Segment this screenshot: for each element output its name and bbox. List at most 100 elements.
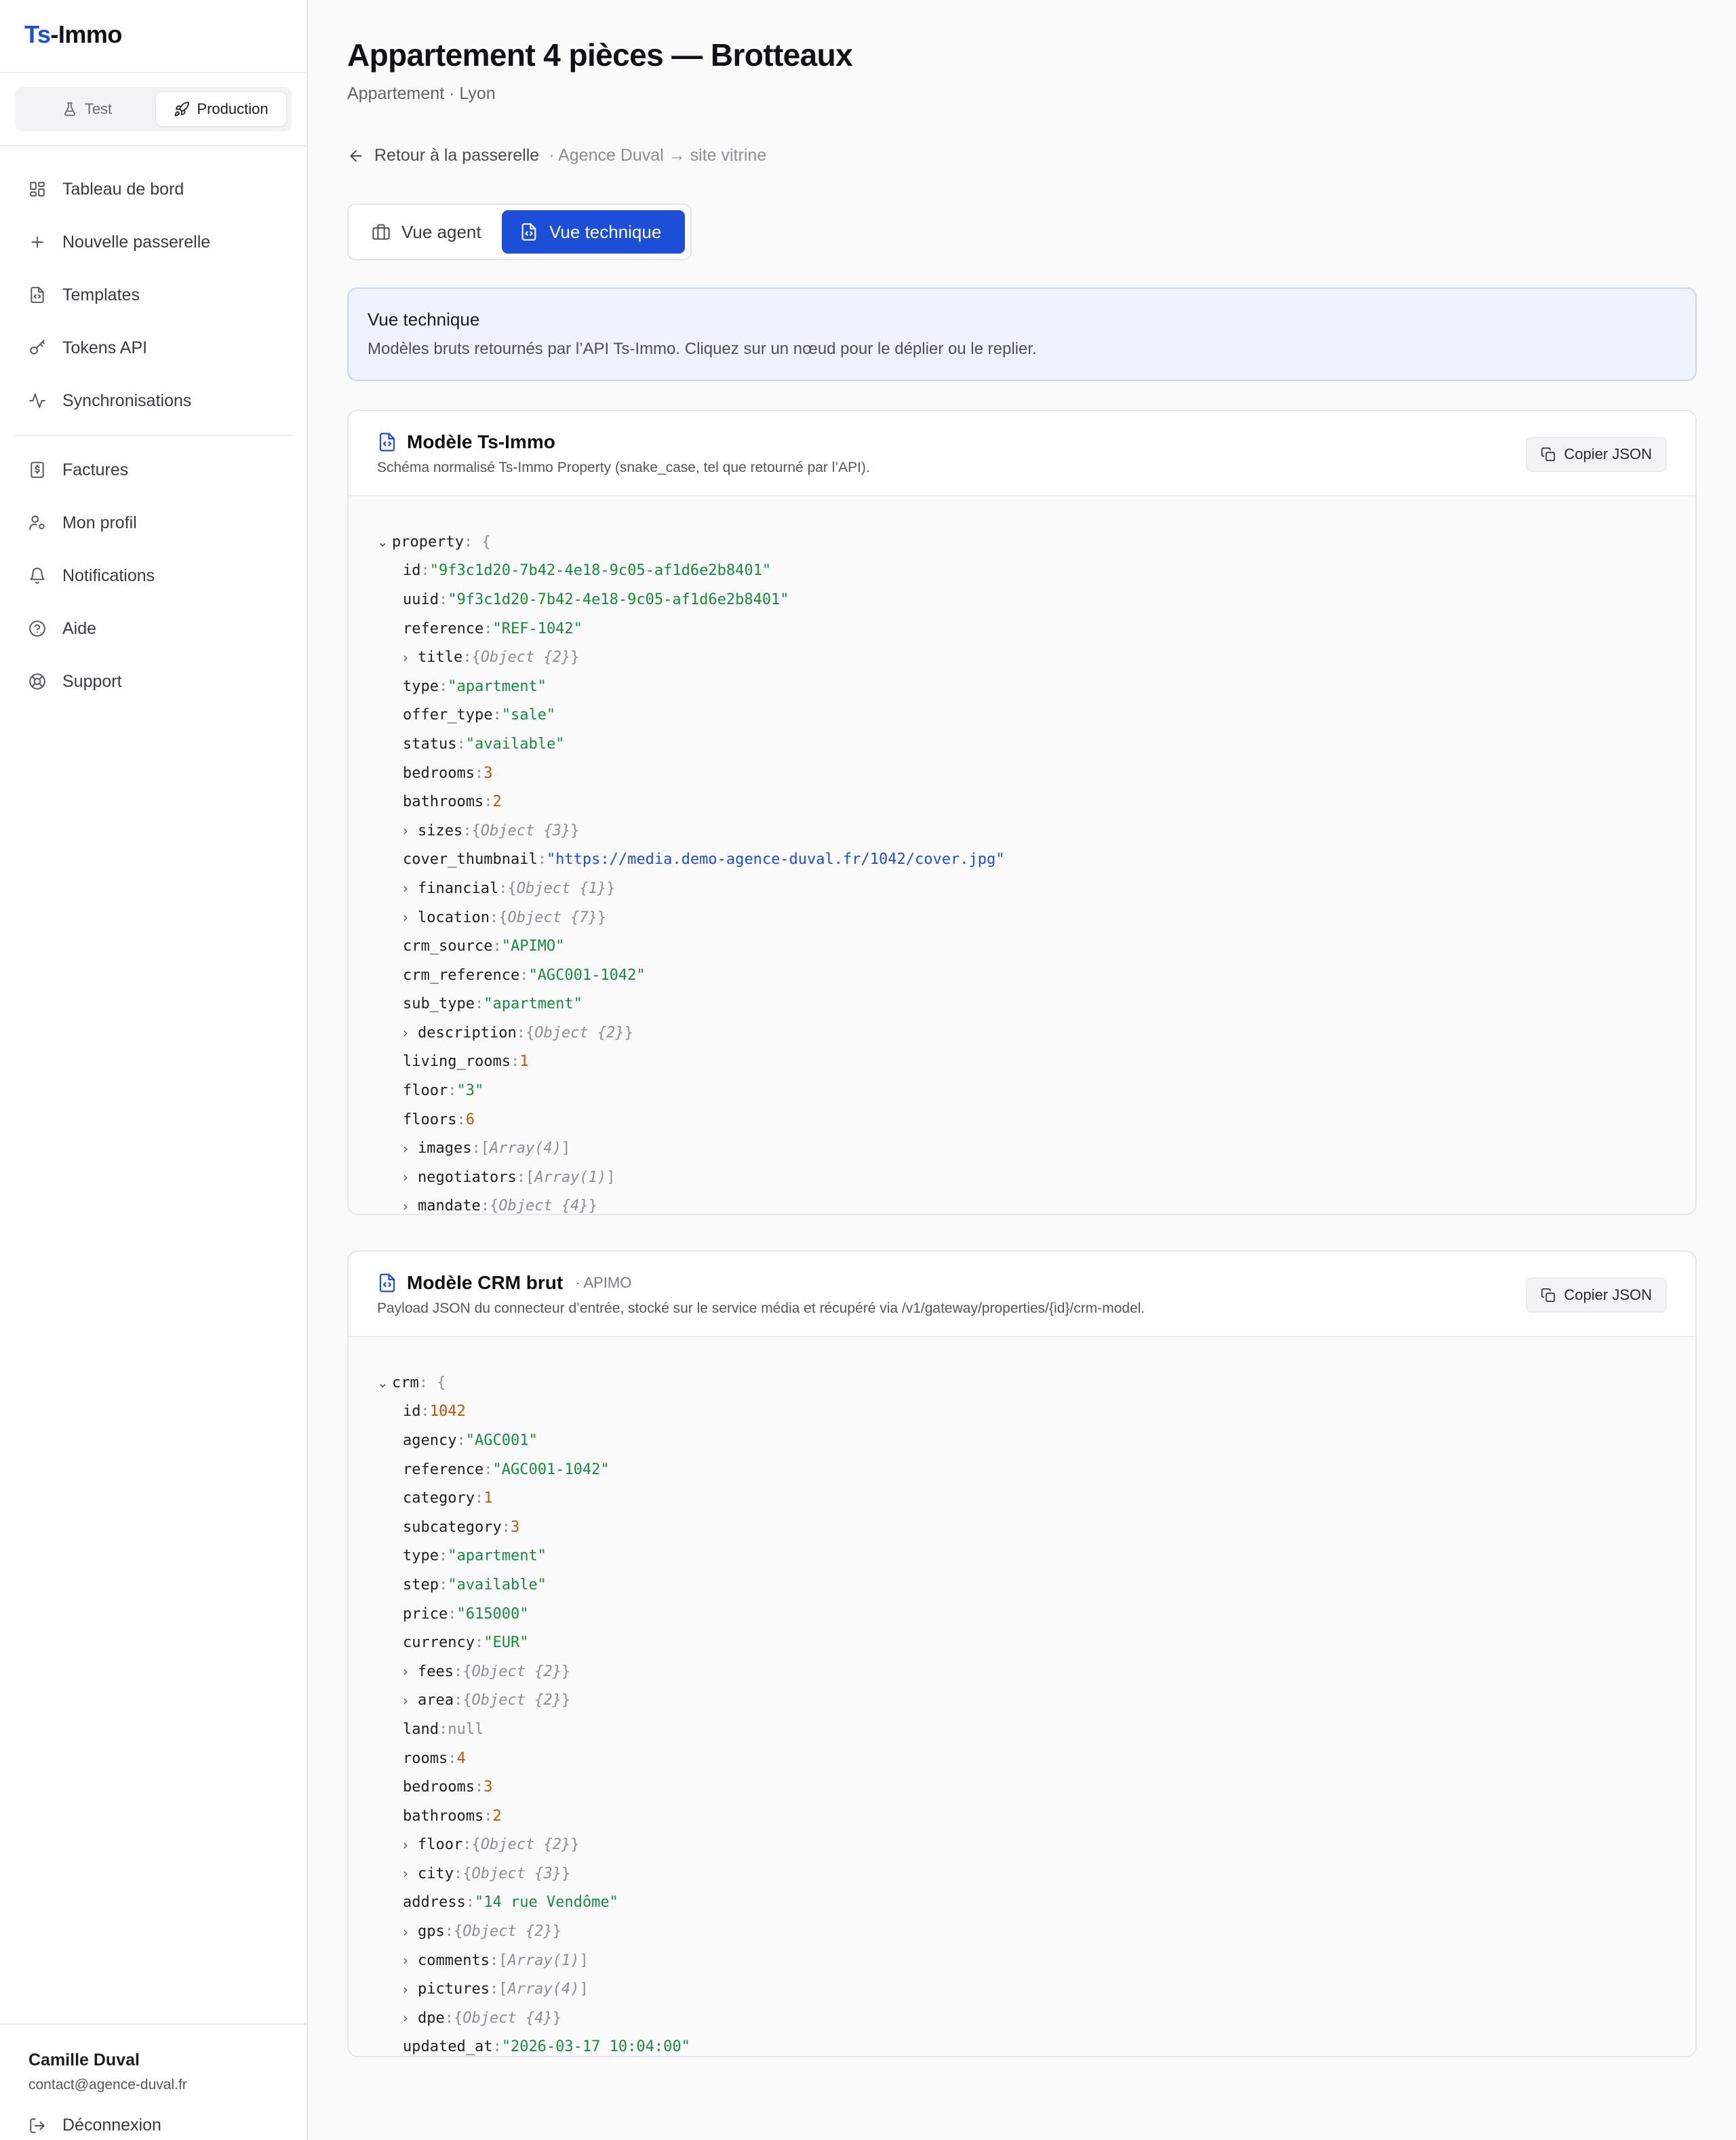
- breadcrumb: Retour à la passerelle · Agence Duval → …: [347, 146, 766, 165]
- env-test-label: Test: [84, 100, 113, 117]
- json-row: bedrooms: 3: [349, 759, 1695, 788]
- copy-json-button[interactable]: Copier JSON: [1526, 437, 1667, 472]
- json-value: 1042: [429, 1403, 466, 1421]
- json-punct: ]: [579, 1951, 589, 1969]
- sidebar-item-synchronisations[interactable]: Synchronisations: [15, 374, 292, 427]
- tab-agent-label: Vue agent: [401, 221, 481, 242]
- sidebar-item-invoices[interactable]: Factures: [15, 443, 292, 496]
- json-punct: }: [552, 1923, 561, 1941]
- info-text: Modèles bruts retournés par l’API Ts-Imm…: [368, 340, 1037, 358]
- json-collapsed-node[interactable]: › pictures: [ Array(4) ]: [349, 1975, 1695, 2004]
- json-row: sub_type: "apartment": [349, 990, 1695, 1019]
- json-punct: :: [420, 562, 430, 580]
- file-code-icon: [521, 223, 536, 241]
- json-punct: :: [465, 1894, 475, 1911]
- sidebar-item-notifications[interactable]: Notifications: [15, 549, 292, 602]
- environment-toggle: Test Production: [15, 87, 292, 132]
- sidebar-item-dashboard[interactable]: Tableau de bord: [15, 163, 292, 216]
- json-key: currency: [403, 1634, 475, 1652]
- json-key: floor: [418, 1836, 463, 1854]
- chevron-right-icon: ›: [403, 1952, 408, 1969]
- json-row: currency: "EUR": [349, 1628, 1695, 1657]
- json-key: sub_type: [403, 995, 475, 1013]
- json-punct: :: [516, 1024, 526, 1042]
- logout-button[interactable]: Déconnexion: [28, 2116, 161, 2135]
- json-key: reference: [403, 620, 484, 637]
- sidebar-item-api-tokens[interactable]: Tokens API: [15, 321, 292, 374]
- json-value: 1: [484, 1490, 493, 1507]
- user-cog-icon: [29, 515, 45, 530]
- json-punct: :: [484, 1461, 493, 1478]
- json-collapsed-node[interactable]: › title: { Object {2} }: [349, 643, 1695, 672]
- json-row: crm_reference: "AGC001-1042": [349, 961, 1695, 990]
- json-root-node[interactable]: ⌄ crm: {: [349, 1368, 1695, 1398]
- chevron-right-icon: ›: [403, 1865, 408, 1882]
- file-code-icon: [379, 1273, 395, 1292]
- json-key: images: [418, 1140, 472, 1157]
- json-punct: :: [448, 1082, 457, 1100]
- json-value: "apartment": [448, 677, 547, 695]
- brand-logo[interactable]: Ts-Immo: [24, 20, 122, 49]
- json-row: living_rooms: 1: [349, 1048, 1695, 1077]
- json-collapsed-summary: Object {2}: [462, 1923, 553, 1941]
- json-punct: }: [561, 1692, 571, 1709]
- json-punct: :: [438, 1576, 448, 1593]
- json-punct: :: [501, 1518, 511, 1536]
- sidebar-item-support[interactable]: Support: [15, 655, 292, 708]
- json-collapsed-node[interactable]: › sizes: { Object {3} }: [349, 816, 1695, 846]
- json-punct: [: [480, 1140, 490, 1157]
- json-punct: :: [474, 1779, 484, 1796]
- json-collapsed-node[interactable]: › floor: { Object {2} }: [349, 1831, 1695, 1860]
- card-description: Payload JSON du connecteur d’entrée, sto…: [377, 1301, 1145, 1316]
- json-punct: [: [498, 1951, 508, 1969]
- json-collapsed-node[interactable]: › comments: [ Array(1) ]: [349, 1946, 1695, 1975]
- json-row: price: "615000": [349, 1600, 1695, 1629]
- sidebar-item-new-gateway[interactable]: Nouvelle passerelle: [15, 216, 292, 269]
- json-punct: :: [444, 2009, 454, 2027]
- json-punct: :: [492, 2038, 502, 2056]
- json-value: "AGC001": [465, 1431, 538, 1449]
- json-value: 4: [456, 1749, 466, 1767]
- dashboard-icon: [30, 182, 45, 197]
- json-collapsed-node[interactable]: › description: { Object {2} }: [349, 1018, 1695, 1048]
- copy-json-button[interactable]: Copier JSON: [1526, 1277, 1667, 1313]
- json-key: crm_source: [403, 938, 493, 955]
- json-collapsed-node[interactable]: › images: [ Array(4) ]: [349, 1134, 1695, 1163]
- json-collapsed-node[interactable]: › negotiators: [ Array(1) ]: [349, 1163, 1695, 1192]
- sidebar-item-profile[interactable]: Mon profil: [15, 496, 292, 549]
- json-collapsed-node[interactable]: › city: { Object {3} }: [349, 1859, 1695, 1888]
- json-value: 2: [492, 1807, 502, 1825]
- json-punct: }: [624, 1024, 633, 1042]
- tab-agent-view[interactable]: Vue agent: [363, 210, 499, 254]
- json-punct: }: [588, 1197, 597, 1215]
- json-root-node[interactable]: ⌄ property: {: [349, 528, 1695, 557]
- tab-technical-view[interactable]: Vue technique: [502, 210, 685, 254]
- json-collapsed-summary: Object {2}: [534, 1024, 625, 1042]
- json-punct: :: [489, 1951, 499, 1969]
- sidebar-item-label: Tableau de bord: [62, 179, 184, 199]
- json-collapsed-node[interactable]: › location: { Object {7} }: [349, 903, 1695, 932]
- sidebar-divider: [0, 145, 307, 146]
- json-key: floors: [403, 1111, 457, 1128]
- json-value: null: [448, 1720, 484, 1738]
- sidebar-item-templates[interactable]: Templates: [15, 269, 292, 321]
- env-test-button[interactable]: Test: [20, 92, 153, 126]
- json-collapsed-node[interactable]: › fees: { Object {2} }: [349, 1657, 1695, 1686]
- json-punct: :: [453, 1692, 463, 1709]
- env-production-button[interactable]: Production: [156, 92, 286, 126]
- json-punct: :: [489, 909, 499, 926]
- sidebar-nav: Tableau de bord Nouvelle passerelle Temp…: [15, 163, 292, 708]
- json-collapsed-node[interactable]: › area: { Object {2} }: [349, 1686, 1695, 1716]
- back-to-gateway-link[interactable]: Retour à la passerelle: [374, 146, 539, 165]
- sidebar-item-help[interactable]: Aide: [15, 602, 292, 655]
- json-punct: :: [484, 620, 493, 637]
- json-key: type: [403, 1547, 439, 1565]
- json-collapsed-node[interactable]: › mandate: { Object {4} }: [349, 1192, 1695, 1215]
- json-punct: }: [570, 649, 580, 667]
- json-collapsed-node[interactable]: › financial: { Object {1} }: [349, 874, 1695, 903]
- json-punct: :: [448, 1749, 457, 1767]
- json-collapsed-node[interactable]: › gps: { Object {2} }: [349, 1917, 1695, 1946]
- json-punct: {: [507, 879, 517, 897]
- json-collapsed-node[interactable]: › dpe: { Object {4} }: [349, 2004, 1695, 2033]
- json-key: title: [418, 649, 463, 667]
